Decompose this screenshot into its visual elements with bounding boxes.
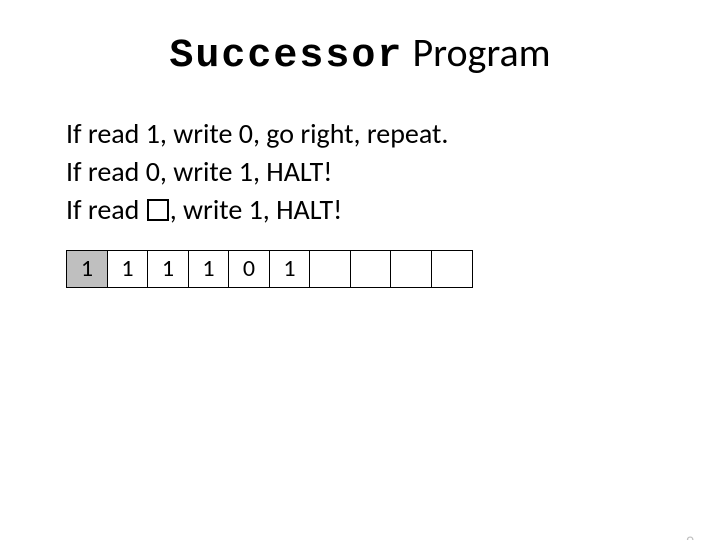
title-word-successor: Successor [169, 34, 403, 79]
rule-line-3-suffix: , write 1, HALT! [170, 192, 343, 227]
slide-title: Successor Program [0, 28, 720, 79]
rule-line-3: If read , write 1, HALT! [66, 191, 660, 229]
rule-line-3-prefix: If read [66, 192, 146, 227]
tape-cell: 1 [188, 250, 230, 288]
tape-cell: 1 [107, 250, 149, 288]
tape-cell: 1 [66, 250, 108, 288]
title-word-program: Program [412, 28, 550, 77]
tape-cell [309, 250, 351, 288]
tape: 111101 [66, 250, 720, 288]
tape-cell: 1 [147, 250, 189, 288]
tape-cell [390, 250, 432, 288]
rule-line-2: If read 0, write 1, HALT! [66, 153, 660, 191]
tape-cell: 0 [228, 250, 270, 288]
rule-line-1: If read 1, write 0, go right, repeat. [66, 115, 660, 153]
tape-cell [431, 250, 473, 288]
tape-cell [350, 250, 392, 288]
blank-symbol-icon [147, 199, 169, 221]
tape-cell: 1 [269, 250, 311, 288]
page-number: 9 [686, 533, 694, 540]
program-rules: If read 1, write 0, go right, repeat. If… [66, 115, 660, 228]
